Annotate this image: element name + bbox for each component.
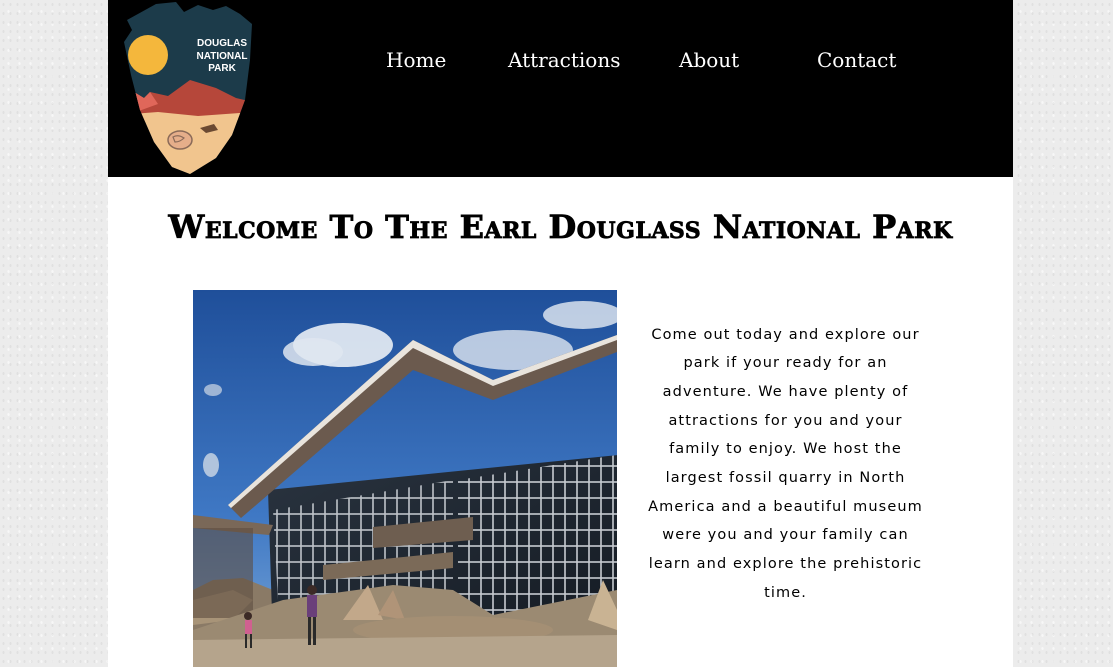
- page-title: Welcome To The Earl Douglass National Pa…: [168, 208, 953, 247]
- main-nav: Home Attractions About Contact: [108, 48, 1013, 78]
- nav-link-attractions[interactable]: Attractions: [508, 48, 620, 72]
- quarry-exhibit-hall-photo: [193, 290, 617, 667]
- park-photo: [193, 290, 617, 667]
- nav-link-home[interactable]: Home: [386, 48, 446, 72]
- park-logo[interactable]: DOUGLAS NATIONAL PARK: [118, 0, 253, 175]
- nav-link-about[interactable]: About: [679, 48, 739, 72]
- site-header: DOUGLAS NATIONAL PARK Home Attractions A…: [108, 0, 1013, 177]
- arrowhead-badge-icon: [124, 2, 252, 174]
- nav-link-contact[interactable]: Contact: [817, 48, 896, 72]
- intro-paragraph: Come out today and explore our park if y…: [648, 326, 923, 601]
- page-container: DOUGLAS NATIONAL PARK Home Attractions A…: [108, 0, 1013, 667]
